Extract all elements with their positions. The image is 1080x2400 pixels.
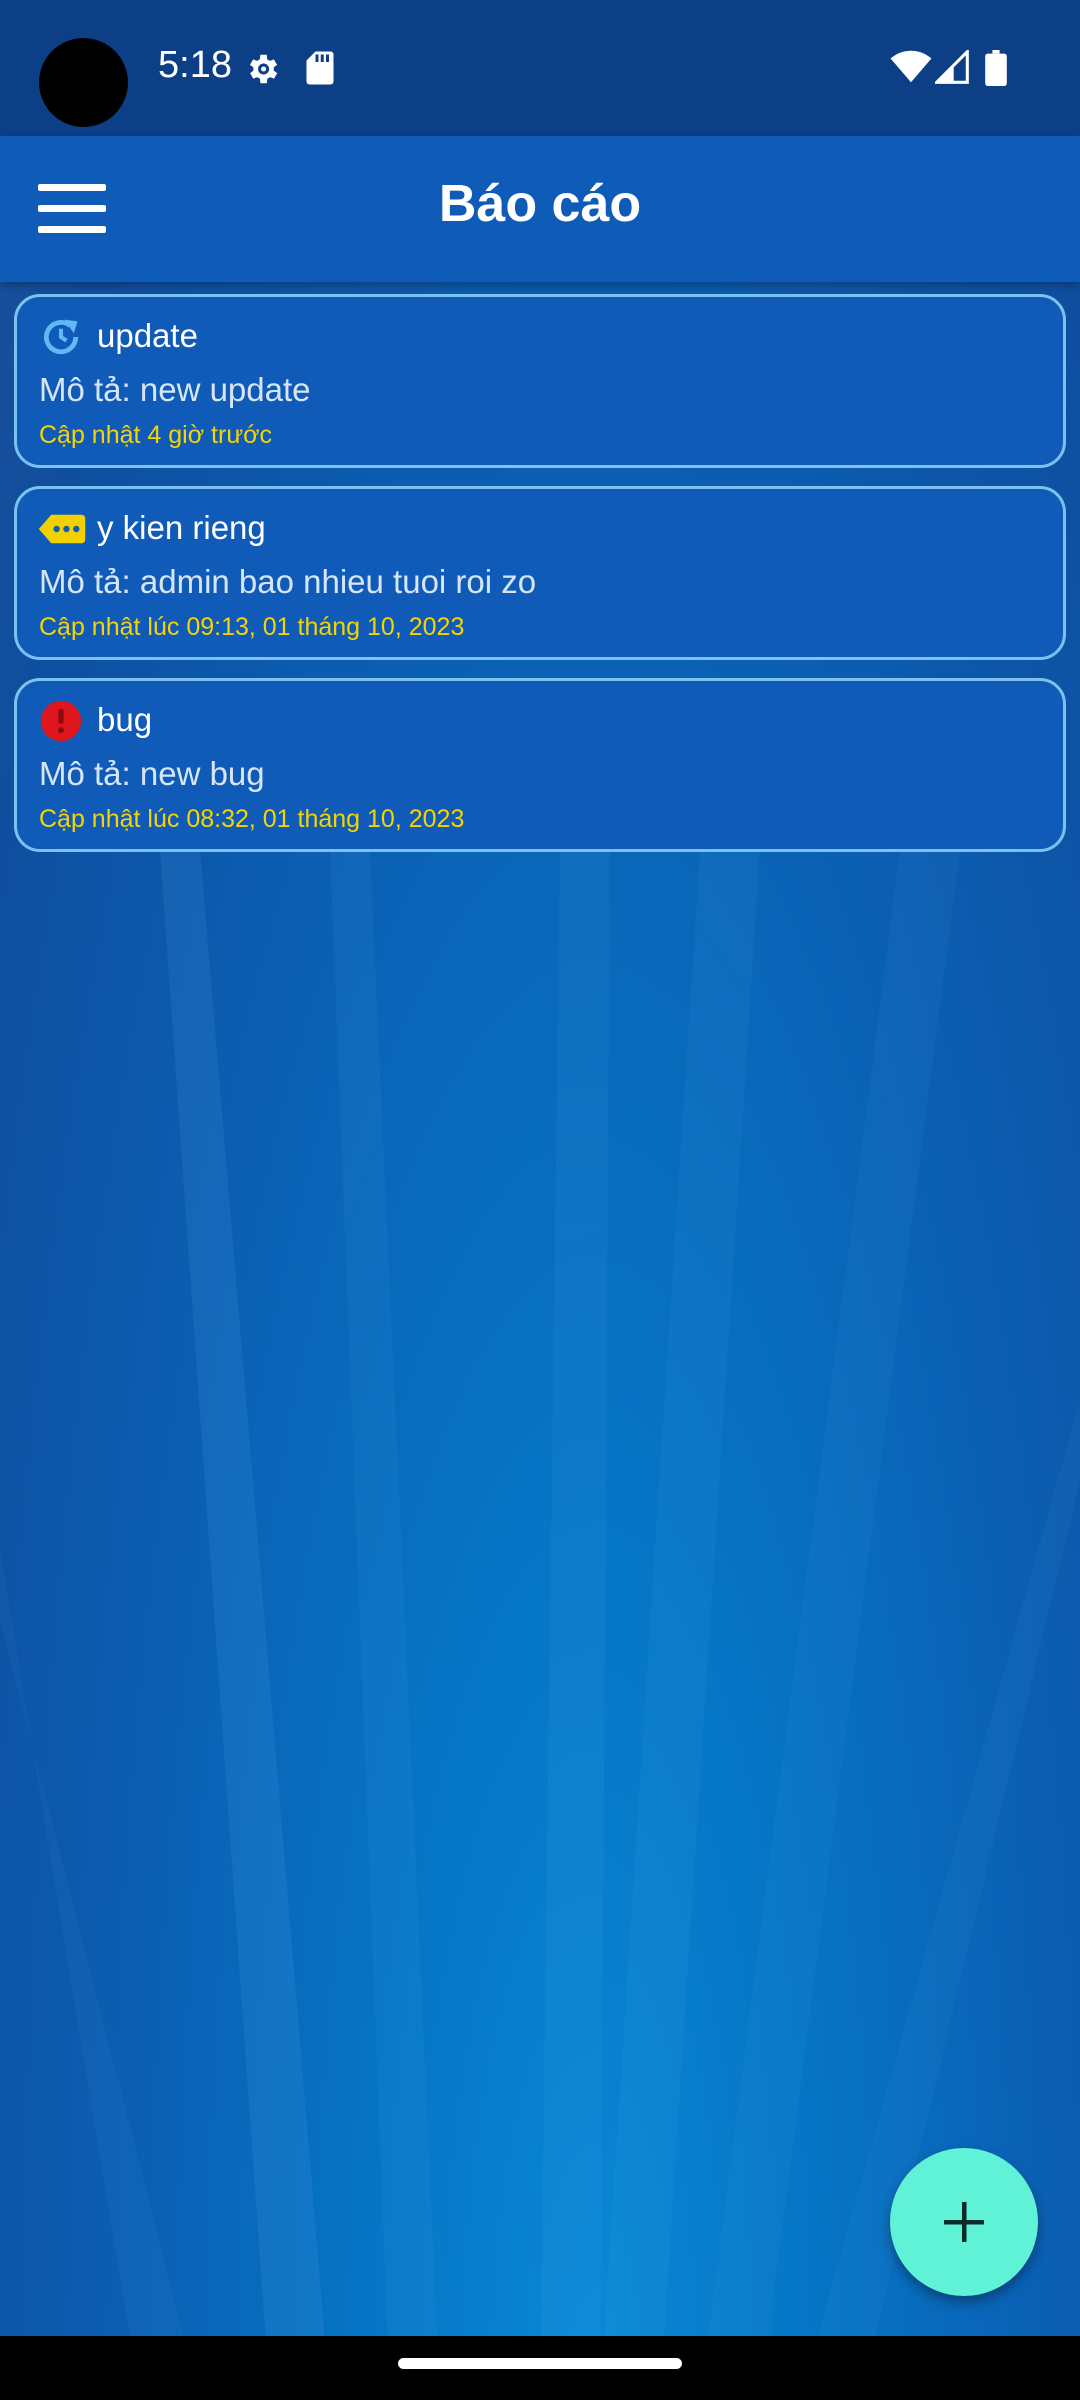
front-camera-cutout: [39, 38, 128, 127]
report-title: bug: [97, 701, 153, 738]
settings-icon: [243, 50, 281, 93]
report-description: Mô tả: new bug: [39, 755, 265, 792]
status-time: 5:18: [158, 44, 232, 86]
feedback-tag-icon: [37, 507, 87, 551]
report-description: Mô tả: new update: [39, 371, 311, 408]
report-screen: 5:18 Báo cáo update Mô tả: new update Cậ…: [0, 0, 1080, 2400]
home-gesture-handle[interactable]: [398, 2358, 682, 2369]
report-description: Mô tả: admin bao nhieu tuoi roi zo: [39, 563, 537, 600]
add-report-button[interactable]: [890, 2148, 1038, 2296]
report-updated-time: Cập nhật lúc 09:13, 01 tháng 10, 2023: [39, 613, 465, 641]
report-title: y kien rieng: [97, 509, 266, 546]
page-title: Báo cáo: [438, 175, 642, 233]
error-icon: [39, 699, 83, 743]
system-navigation-bar: [0, 2336, 1080, 2400]
report-list: update Mô tả: new update Cập nhật 4 giờ …: [14, 294, 1066, 870]
wifi-icon: [890, 50, 932, 89]
plus-icon: [944, 2202, 984, 2242]
report-card-feedback[interactable]: y kien rieng Mô tả: admin bao nhieu tuoi…: [14, 486, 1066, 660]
app-bar: Báo cáo: [0, 136, 1080, 282]
report-card-bug[interactable]: bug Mô tả: new bug Cập nhật lúc 08:32, 0…: [14, 678, 1066, 852]
status-bar: 5:18: [0, 0, 1080, 136]
report-updated-time: Cập nhật lúc 08:32, 01 tháng 10, 2023: [39, 805, 465, 833]
cellular-signal-icon: [933, 48, 969, 89]
battery-icon: [985, 50, 1007, 91]
refresh-icon: [39, 315, 83, 359]
report-card-update[interactable]: update Mô tả: new update Cập nhật 4 giờ …: [14, 294, 1066, 468]
sd-card-icon: [305, 50, 335, 91]
report-updated-time: Cập nhật 4 giờ trước: [39, 421, 272, 449]
report-title: update: [97, 317, 198, 354]
